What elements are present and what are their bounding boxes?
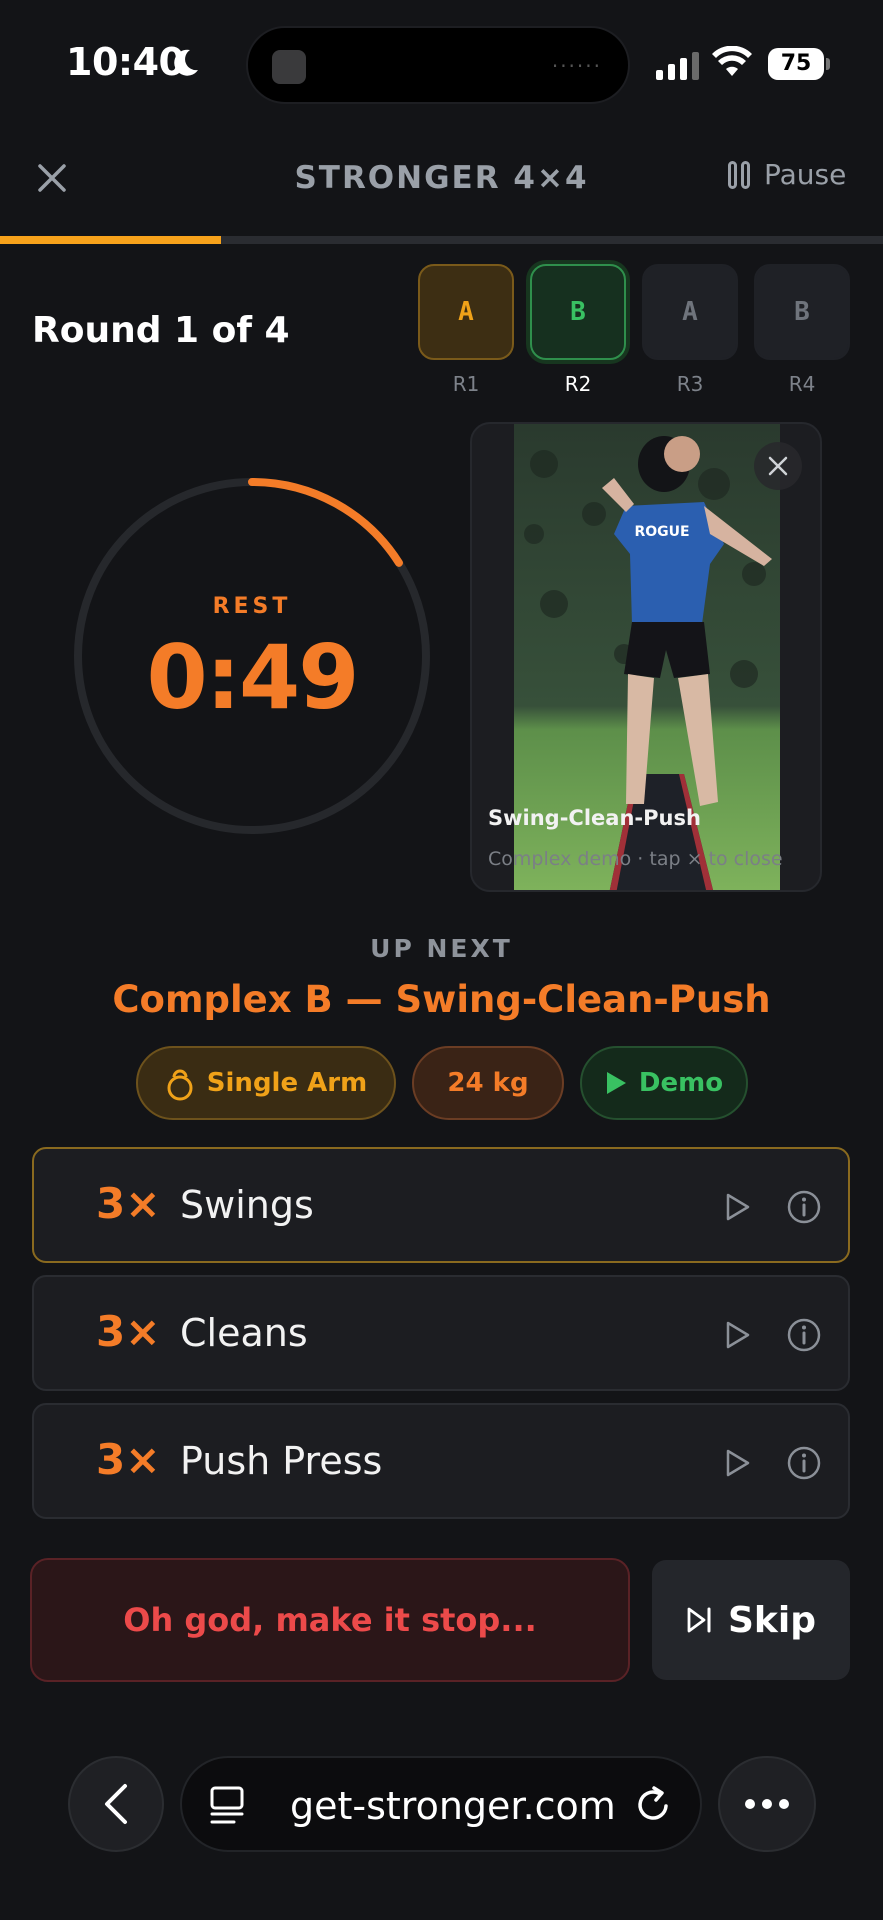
complex-pills: Single Arm 24 kg Demo bbox=[136, 1046, 748, 1120]
round-label: Round 1 of 4 bbox=[32, 310, 290, 351]
round-chip-r4[interactable]: B bbox=[754, 264, 850, 360]
rest-label: REST bbox=[212, 594, 292, 619]
battery-nub bbox=[826, 58, 830, 70]
battery-indicator: 75 bbox=[768, 48, 824, 80]
skip-forward-icon bbox=[687, 1607, 711, 1633]
page-menu-icon[interactable] bbox=[208, 1784, 248, 1828]
dynamic-island: ······ bbox=[246, 26, 630, 104]
exercise-row[interactable]: 3× Swings bbox=[32, 1147, 850, 1263]
up-next-label: UP NEXT bbox=[370, 934, 513, 963]
demo-pill-button[interactable]: Demo bbox=[580, 1046, 748, 1120]
status-time: 10:40 bbox=[66, 40, 185, 84]
rest-countdown: 0:49 bbox=[146, 626, 360, 729]
workout-progress-bar bbox=[0, 236, 883, 244]
stop-workout-button[interactable]: Oh god, make it stop... bbox=[30, 1558, 630, 1682]
weight-label: 24 kg bbox=[447, 1068, 529, 1098]
pause-button[interactable]: Pause bbox=[728, 158, 846, 191]
demo-subtitle: Complex demo · tap × to close bbox=[488, 848, 783, 870]
address-bar[interactable]: get-stronger.com bbox=[180, 1756, 702, 1852]
round-chip-r3[interactable]: A bbox=[642, 264, 738, 360]
weight-pill[interactable]: 24 kg bbox=[412, 1046, 564, 1120]
url-text: get-stronger.com bbox=[290, 1784, 616, 1828]
cellular-signal-icon bbox=[656, 52, 699, 80]
workout-progress-fill bbox=[0, 236, 221, 244]
demo-video-card[interactable]: ROGUE Swing-Clean-Push Complex demo · ta… bbox=[470, 422, 822, 892]
play-icon bbox=[606, 1072, 626, 1094]
skip-button[interactable]: Skip bbox=[652, 1560, 850, 1680]
round-chip-label-r2: R2 bbox=[564, 372, 592, 396]
speaker-icon bbox=[272, 50, 306, 84]
pause-label: Pause bbox=[764, 158, 847, 191]
exercise-name: Cleans bbox=[180, 1311, 308, 1355]
info-icon[interactable] bbox=[784, 1187, 824, 1227]
single-arm-label: Single Arm bbox=[206, 1068, 368, 1098]
more-icon bbox=[745, 1799, 789, 1809]
demo-title: Swing-Clean-Push bbox=[488, 806, 701, 830]
round-chip-r2[interactable]: B bbox=[530, 264, 626, 360]
demo-pill-label: Demo bbox=[638, 1068, 724, 1098]
island-dots: ······ bbox=[551, 54, 602, 78]
exercise-reps: 3× bbox=[96, 1307, 161, 1356]
play-icon[interactable] bbox=[716, 1443, 756, 1483]
browser-more-button[interactable] bbox=[718, 1756, 816, 1852]
play-icon[interactable] bbox=[716, 1315, 756, 1355]
exercise-reps: 3× bbox=[96, 1435, 161, 1484]
moon-icon bbox=[174, 49, 198, 76]
round-chip-label-r1: R1 bbox=[452, 372, 480, 396]
exercise-name: Push Press bbox=[180, 1439, 383, 1483]
play-icon[interactable] bbox=[716, 1187, 756, 1227]
wifi-icon bbox=[712, 46, 752, 76]
chevron-left-icon bbox=[105, 1784, 127, 1824]
svg-text:ROGUE: ROGUE bbox=[634, 524, 689, 540]
skip-label: Skip bbox=[728, 1599, 816, 1641]
demo-close-button[interactable] bbox=[754, 442, 802, 490]
complex-title: Complex B — Swing-Clean-Push bbox=[112, 978, 771, 1021]
round-chip-label-r4: R4 bbox=[788, 372, 816, 396]
exercise-name: Swings bbox=[180, 1183, 314, 1227]
exercise-reps: 3× bbox=[96, 1179, 161, 1228]
close-icon bbox=[768, 456, 788, 476]
round-chip-r1[interactable]: A bbox=[418, 264, 514, 360]
exercise-row[interactable]: 3× Push Press bbox=[32, 1403, 850, 1519]
browser-back-button[interactable] bbox=[68, 1756, 164, 1852]
info-icon[interactable] bbox=[784, 1443, 824, 1483]
info-icon[interactable] bbox=[784, 1315, 824, 1355]
reload-icon[interactable] bbox=[632, 1784, 674, 1826]
pause-icon bbox=[728, 160, 750, 189]
exercise-row[interactable]: 3× Cleans bbox=[32, 1275, 850, 1391]
single-arm-pill[interactable]: Single Arm bbox=[136, 1046, 396, 1120]
kettlebell-icon bbox=[167, 1069, 193, 1101]
round-chip-label-r3: R3 bbox=[676, 372, 704, 396]
